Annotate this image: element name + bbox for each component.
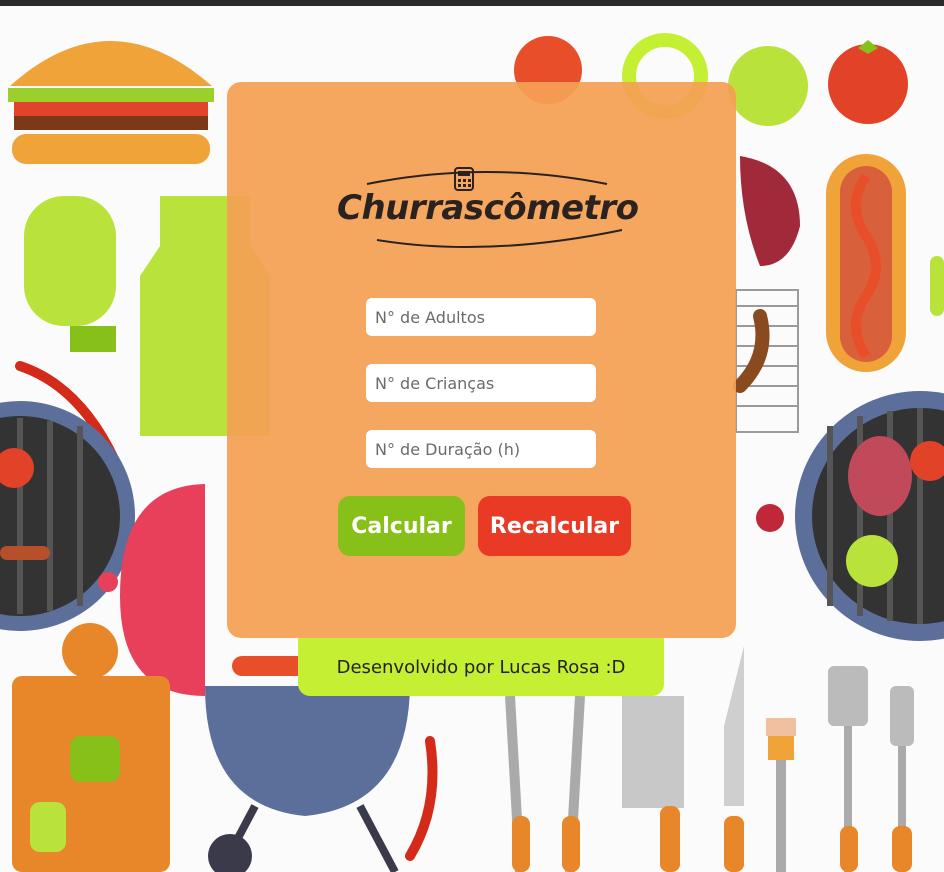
tongs-icon xyxy=(505,695,585,872)
calculator-card: Churrascômetro Calcular Recalcular xyxy=(227,82,736,638)
mitt-icon xyxy=(24,196,116,352)
footer-credit-text: Desenvolvido por Lucas Rosa :D xyxy=(336,656,626,678)
recalculate-button[interactable]: Recalcular xyxy=(478,496,631,556)
fork-icon xyxy=(890,686,914,872)
calculate-button[interactable]: Calcular xyxy=(338,496,465,556)
cleaver-icon xyxy=(622,696,684,872)
grill-icon xyxy=(756,391,944,641)
adults-input[interactable] xyxy=(366,298,596,336)
children-input[interactable] xyxy=(366,364,596,402)
duration-input[interactable] xyxy=(366,430,596,468)
brush-icon xyxy=(766,718,796,872)
app-logo: Churrascômetro xyxy=(337,162,639,252)
burger-icon xyxy=(8,41,214,164)
hotdog-icon xyxy=(826,154,906,372)
footer-credit: Desenvolvido por Lucas Rosa :D xyxy=(298,638,664,696)
spatula-icon xyxy=(828,666,868,872)
app-title: Churrascômetro xyxy=(337,188,639,228)
steak-icon xyxy=(740,156,800,266)
grill-icon xyxy=(0,401,135,631)
rack-icon xyxy=(735,289,799,433)
tomato-icon xyxy=(828,40,908,124)
chili-icon xyxy=(405,736,438,861)
knife-icon xyxy=(724,646,744,872)
